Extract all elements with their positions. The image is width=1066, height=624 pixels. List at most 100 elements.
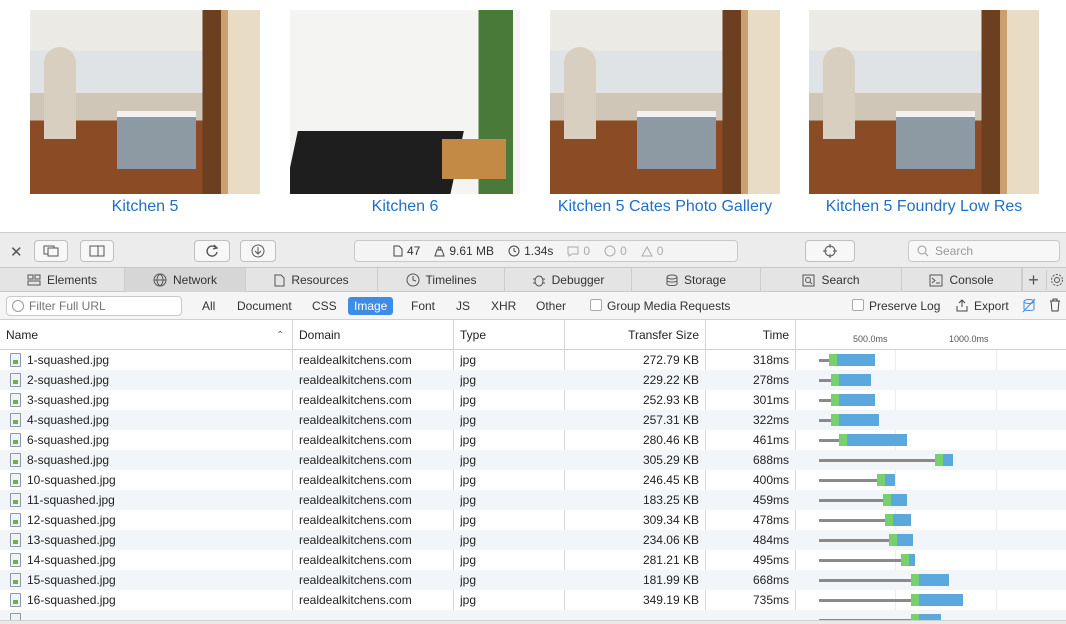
messages-count[interactable]: 0 bbox=[567, 244, 590, 258]
table-row[interactable]: 11-squashed.jpg realdealkitchens.com jpg 18… bbox=[0, 490, 1066, 510]
tab-timelines[interactable]: Timelines bbox=[378, 268, 505, 292]
waterfall-waiting-bar bbox=[901, 554, 909, 566]
table-row[interactable]: 10-squashed.jpg realdealkitchens.com jpg 24… bbox=[0, 470, 1066, 490]
waterfall-waiting-bar bbox=[831, 414, 839, 426]
debugger-icon bbox=[532, 275, 545, 287]
tab-storage[interactable]: Storage bbox=[632, 268, 761, 292]
gear-icon[interactable] bbox=[1046, 270, 1066, 290]
timelines-icon bbox=[406, 273, 420, 287]
column-header-type[interactable]: Type bbox=[454, 320, 564, 350]
table-row[interactable]: 14-squashed.jpg realdealkitchens.com jpg 28… bbox=[0, 550, 1066, 570]
gallery-item[interactable]: Kitchen 6 bbox=[290, 10, 520, 216]
cell-name: 2-squashed.jpg bbox=[27, 373, 110, 387]
table-row[interactable]: 13-squashed.jpg realdealkitchens.com jpg 23… bbox=[0, 530, 1066, 550]
image-file-icon bbox=[10, 453, 21, 467]
warnings-count[interactable]: 0 bbox=[640, 244, 663, 258]
tab-console[interactable]: Console bbox=[902, 268, 1022, 292]
export-button[interactable]: Export bbox=[974, 299, 1009, 313]
table-row[interactable]: 6-squashed.jpg realdealkitchens.com jpg 280… bbox=[0, 430, 1066, 450]
cell-time bbox=[706, 610, 789, 620]
disable-cache-icon[interactable] bbox=[1022, 298, 1036, 313]
cell-domain: realdealkitchens.com bbox=[299, 473, 412, 487]
kitchen-photo[interactable] bbox=[550, 10, 780, 194]
tab-label: Storage bbox=[683, 273, 727, 287]
tab-search[interactable]: Search bbox=[761, 268, 902, 292]
tab-resources[interactable]: Resources bbox=[246, 268, 378, 292]
reload-icon bbox=[206, 244, 219, 257]
trash-icon[interactable] bbox=[1049, 298, 1061, 312]
tab-debugger[interactable]: Debugger bbox=[505, 268, 632, 292]
column-header-domain[interactable]: Domain bbox=[293, 320, 453, 350]
table-row[interactable]: 4-squashed.jpg realdealkitchens.com jpg 257… bbox=[0, 410, 1066, 430]
download-button[interactable] bbox=[240, 240, 276, 262]
gallery-item[interactable]: Kitchen 5 Foundry Low Res bbox=[809, 10, 1039, 216]
table-row[interactable]: 1-squashed.jpg realdealkitchens.com jpg 272… bbox=[0, 350, 1066, 370]
kitchen-photo[interactable] bbox=[30, 10, 260, 194]
cell-transfer-size: 246.45 KB bbox=[642, 473, 699, 487]
waterfall-queue-bar bbox=[819, 479, 877, 482]
waterfall-receiving-bar bbox=[885, 474, 895, 486]
close-icon[interactable]: ✕ bbox=[10, 243, 23, 261]
table-row[interactable]: 3-squashed.jpg realdealkitchens.com jpg 252… bbox=[0, 390, 1066, 410]
cell-domain: realdealkitchens.com bbox=[299, 393, 412, 407]
column-header-time[interactable]: Time bbox=[706, 320, 795, 350]
gallery-caption-link[interactable]: Kitchen 5 bbox=[30, 198, 260, 216]
filter-url-input[interactable] bbox=[6, 296, 182, 316]
gallery-item[interactable]: Kitchen 5 Cates Photo Gallery bbox=[550, 10, 780, 216]
filter-type-all[interactable]: All bbox=[196, 297, 221, 315]
search-field[interactable]: Search bbox=[908, 240, 1060, 262]
cell-type: jpg bbox=[460, 533, 477, 547]
filter-type-css[interactable]: CSS bbox=[306, 297, 343, 315]
tab-elements[interactable]: Elements bbox=[0, 268, 125, 292]
filter-type-other[interactable]: Other bbox=[530, 297, 572, 315]
table-row[interactable]: 12-squashed.jpg realdealkitchens.com jpg 30… bbox=[0, 510, 1066, 530]
export-icon[interactable] bbox=[956, 299, 968, 312]
filter-type-js[interactable]: JS bbox=[450, 297, 476, 315]
inspect-element-button[interactable] bbox=[805, 240, 855, 262]
column-header-name[interactable]: Name bbox=[0, 320, 292, 350]
filter-type-image[interactable]: Image bbox=[348, 297, 394, 315]
cell-type: jpg bbox=[460, 413, 477, 427]
filter-type-font[interactable]: Font bbox=[405, 297, 441, 315]
preserve-log-checkbox[interactable] bbox=[852, 299, 864, 311]
kitchen-photo[interactable] bbox=[809, 10, 1039, 194]
storage-icon bbox=[666, 274, 678, 286]
warning-icon bbox=[640, 245, 653, 256]
waterfall-waiting-bar bbox=[839, 434, 847, 446]
image-file-icon bbox=[10, 533, 21, 547]
reload-button[interactable] bbox=[194, 240, 230, 262]
waterfall-receiving-bar bbox=[837, 354, 875, 366]
clock-icon bbox=[508, 245, 520, 257]
table-row[interactable]: 2-squashed.jpg realdealkitchens.com jpg 229… bbox=[0, 370, 1066, 390]
cell-type: jpg bbox=[460, 513, 477, 527]
filter-type-document[interactable]: Document bbox=[231, 297, 298, 315]
network-summary: 47 9.61 MB 1.34s 0 0 0 bbox=[354, 240, 738, 262]
table-row[interactable]: 15-squashed.jpg realdealkitchens.com jpg 18… bbox=[0, 570, 1066, 590]
cell-time: 400ms bbox=[752, 473, 789, 487]
gallery-item[interactable]: Kitchen 5 bbox=[30, 10, 260, 216]
gallery-caption-link[interactable]: Kitchen 5 Cates Photo Gallery bbox=[550, 198, 780, 216]
dock-side-button[interactable] bbox=[80, 240, 114, 262]
image-file-icon bbox=[10, 573, 21, 587]
table-row[interactable]: 16-squashed.jpg realdealkitchens.com jpg 34… bbox=[0, 590, 1066, 610]
cell-transfer-size: 181.99 KB bbox=[642, 573, 699, 587]
crosshair-icon bbox=[823, 244, 837, 258]
gallery-caption-link[interactable]: Kitchen 6 bbox=[290, 198, 520, 216]
filter-type-xhr[interactable]: XHR bbox=[485, 297, 522, 315]
table-row[interactable] bbox=[0, 610, 1066, 620]
cell-type: jpg bbox=[460, 473, 477, 487]
tab-network[interactable]: Network bbox=[125, 268, 246, 292]
gallery-caption-link[interactable]: Kitchen 5 Foundry Low Res bbox=[809, 198, 1039, 216]
waterfall-queue-bar bbox=[819, 419, 831, 422]
errors-count[interactable]: 0 bbox=[604, 244, 627, 258]
cell-domain: realdealkitchens.com bbox=[299, 533, 412, 547]
column-header-transfer-size[interactable]: Transfer Size bbox=[565, 320, 705, 350]
detach-window-button[interactable] bbox=[34, 240, 68, 262]
cell-transfer-size: 257.31 KB bbox=[642, 413, 699, 427]
cell-time: 484ms bbox=[752, 533, 789, 547]
cell-time: 478ms bbox=[752, 513, 789, 527]
add-tab-button[interactable]: + bbox=[1022, 268, 1044, 292]
group-media-checkbox[interactable] bbox=[590, 299, 602, 311]
table-row[interactable]: 8-squashed.jpg realdealkitchens.com jpg 305… bbox=[0, 450, 1066, 470]
kitchen-photo[interactable] bbox=[290, 10, 520, 194]
